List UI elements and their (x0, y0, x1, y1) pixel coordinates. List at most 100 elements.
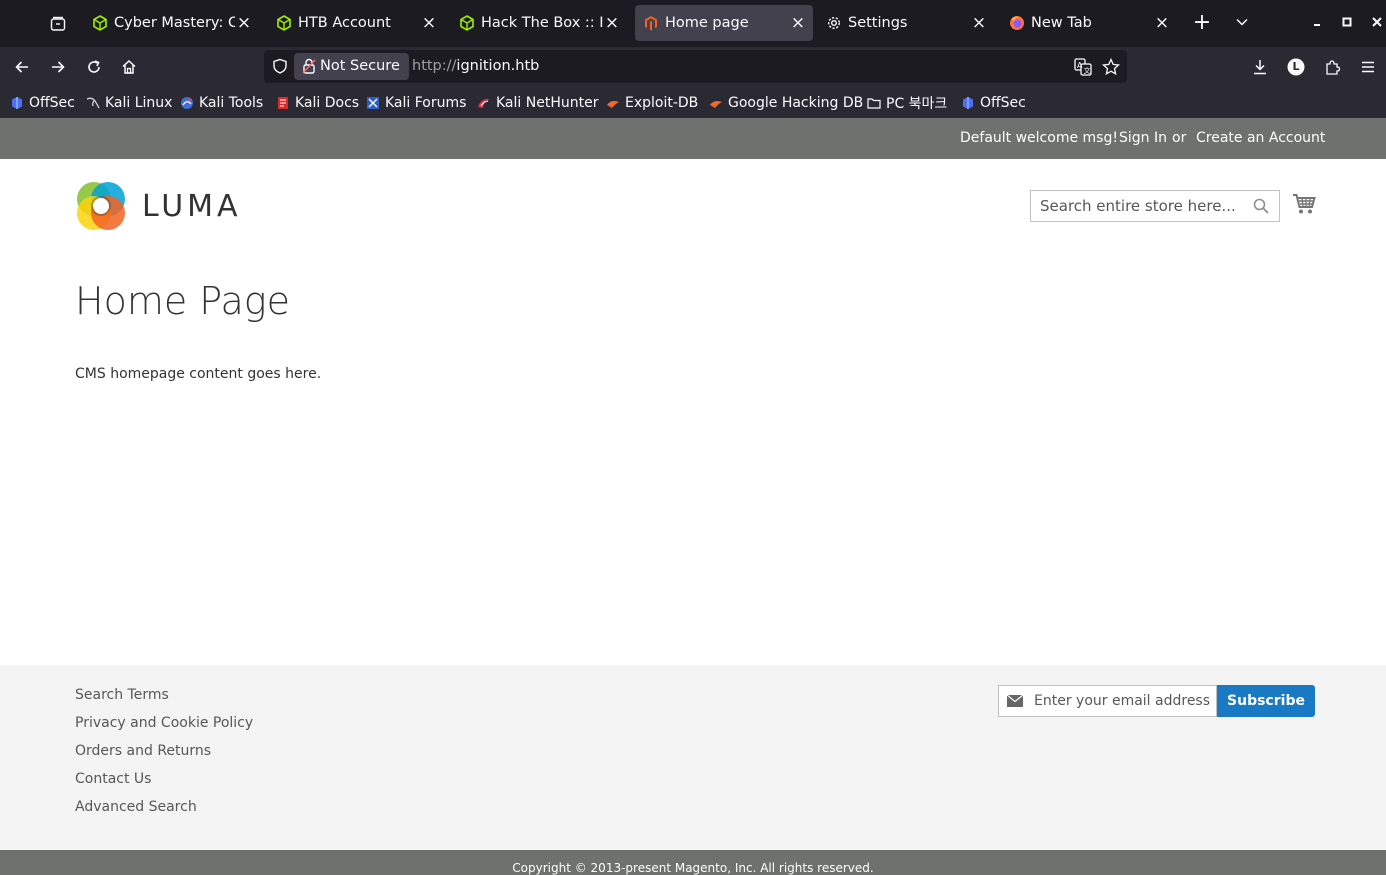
footer-link-search-terms[interactable]: Search Terms (75, 686, 253, 714)
tab-title: HTB Account (298, 15, 391, 31)
new-tab-button[interactable]: + (1192, 9, 1212, 35)
bookmark-folder-pc[interactable]: PC 북마크 (867, 93, 947, 113)
newsletter-field (998, 685, 1217, 717)
extensions-button[interactable] (1320, 55, 1344, 79)
logo-text: LUMA (142, 188, 242, 224)
url-scheme: http:// (412, 58, 457, 74)
exploit-db-icon (606, 96, 620, 110)
list-all-tabs-button[interactable] (1232, 12, 1252, 32)
account-button[interactable]: L (1284, 55, 1308, 79)
url-text[interactable]: http://ignition.htb (412, 50, 539, 83)
shield-icon[interactable] (272, 58, 288, 74)
insecure-lock-icon (302, 58, 316, 74)
close-window-button[interactable] (1367, 12, 1386, 32)
bookmark-label: Exploit-DB (625, 95, 699, 111)
bookmark-exploit-db[interactable]: Exploit-DB (606, 93, 698, 113)
reload-button[interactable] (82, 55, 106, 79)
tab-bar: Cyber Mastery: Con × HTB Account × Hack … (0, 0, 1386, 47)
or-separator: or (1172, 130, 1187, 146)
bookmark-offsec[interactable]: OffSec (10, 93, 75, 113)
tab-title: Settings (848, 15, 908, 31)
tab-settings[interactable]: Settings × (818, 5, 994, 41)
firefox-icon (1009, 15, 1025, 31)
htb-cube-icon (92, 15, 108, 31)
url-bar[interactable]: Not Secure http://ignition.htb A文 (264, 50, 1127, 83)
arrow-left-icon (15, 61, 28, 73)
footer-link-privacy-policy[interactable]: Privacy and Cookie Policy (75, 714, 253, 742)
mail-icon (1007, 695, 1023, 707)
subscribe-button[interactable]: Subscribe (1217, 685, 1315, 717)
bookmark-kali-linux[interactable]: Kali Linux (86, 93, 172, 113)
bookmark-kali-nethunter[interactable]: Kali NetHunter (477, 93, 598, 113)
bookmark-google-hacking-db[interactable]: Google Hacking DB (709, 93, 863, 113)
forward-button[interactable] (46, 55, 70, 79)
tab-title: New Tab (1031, 15, 1092, 31)
tab-cyber-mastery[interactable]: Cyber Mastery: Con × (84, 5, 259, 41)
cms-content: CMS homepage content goes here. (75, 366, 322, 382)
maximize-button[interactable] (1337, 12, 1357, 32)
download-icon (1254, 60, 1266, 75)
tab-close-icon[interactable]: × (1153, 13, 1171, 33)
bookmark-label: Kali NetHunter (496, 95, 599, 111)
tab-manager-button[interactable] (42, 8, 74, 40)
tab-hack-the-box[interactable]: Hack The Box :: Igni × (451, 5, 627, 41)
welcome-message: Default welcome msg! (960, 130, 1118, 146)
not-secure-badge[interactable]: Not Secure (294, 53, 409, 80)
offsec-icon (10, 96, 24, 110)
footer: Search Terms Privacy and Cookie Policy O… (0, 665, 1386, 850)
magento-icon (643, 15, 659, 31)
downloads-button[interactable] (1248, 55, 1272, 79)
luma-logo-icon (77, 182, 125, 230)
bookmark-label: Google Hacking DB (728, 95, 864, 111)
tab-close-icon[interactable]: × (235, 13, 253, 33)
bookmark-label: Kali Linux (105, 95, 173, 111)
tab-title: Home page (665, 15, 749, 31)
create-account-link[interactable]: Create an Account (1196, 130, 1325, 146)
bookmark-offsec-2[interactable]: OffSec (961, 93, 1026, 113)
tab-home-page[interactable]: Home page × (635, 5, 813, 41)
tab-htb-account[interactable]: HTB Account × (268, 5, 444, 41)
menu-button[interactable] (1356, 55, 1380, 79)
footer-link-advanced-search[interactable]: Advanced Search (75, 798, 253, 826)
cart-icon[interactable] (1292, 193, 1316, 215)
home-button[interactable] (117, 55, 141, 79)
tab-title: Cyber Mastery: Con (114, 15, 235, 31)
tab-close-icon[interactable]: × (970, 13, 988, 33)
bookmark-label: PC 북마크 (886, 96, 948, 112)
svg-text:文: 文 (1084, 66, 1091, 75)
newsletter-email-input[interactable] (1034, 686, 1214, 716)
search-input[interactable] (1031, 191, 1241, 221)
svg-text:A: A (1077, 61, 1083, 70)
tab-close-icon[interactable]: × (420, 13, 438, 33)
luma-logo[interactable]: LUMA (76, 181, 242, 231)
star-icon[interactable] (1102, 58, 1120, 76)
search-icon[interactable] (1253, 198, 1269, 214)
minimize-button[interactable] (1307, 12, 1327, 32)
tab-close-icon[interactable]: × (603, 13, 621, 33)
bookmark-kali-forums[interactable]: Kali Forums (366, 93, 466, 113)
page-title: Home Page (75, 279, 290, 323)
htb-cube-icon (459, 15, 475, 31)
bookmark-label: Kali Forums (385, 95, 467, 111)
home-icon (122, 59, 136, 74)
footer-link-contact-us[interactable]: Contact Us (75, 770, 253, 798)
back-button[interactable] (10, 55, 34, 79)
tab-new-tab[interactable]: New Tab × (1001, 5, 1177, 41)
minimize-icon (1314, 24, 1320, 26)
tab-close-icon[interactable]: × (789, 13, 807, 33)
plus-icon: + (1192, 9, 1212, 35)
copyright: Copyright © 2013-present Magento, Inc. A… (0, 850, 1386, 875)
footer-links: Search Terms Privacy and Cookie Policy O… (75, 686, 253, 826)
close-icon (1372, 17, 1382, 27)
kali-dragon-icon (86, 96, 100, 110)
footer-link-orders-returns[interactable]: Orders and Returns (75, 742, 253, 770)
bookmark-label: Kali Tools (199, 95, 264, 111)
sign-in-link[interactable]: Sign In (1119, 130, 1167, 146)
not-secure-label: Not Secure (320, 58, 400, 74)
translate-icon[interactable]: A文 (1074, 58, 1092, 76)
chevron-down-icon (1236, 18, 1248, 26)
bookmark-kali-docs[interactable]: Kali Docs (276, 93, 359, 113)
htb-cube-icon (276, 15, 292, 31)
nethunter-icon (477, 96, 491, 110)
bookmark-kali-tools[interactable]: Kali Tools (180, 93, 263, 113)
